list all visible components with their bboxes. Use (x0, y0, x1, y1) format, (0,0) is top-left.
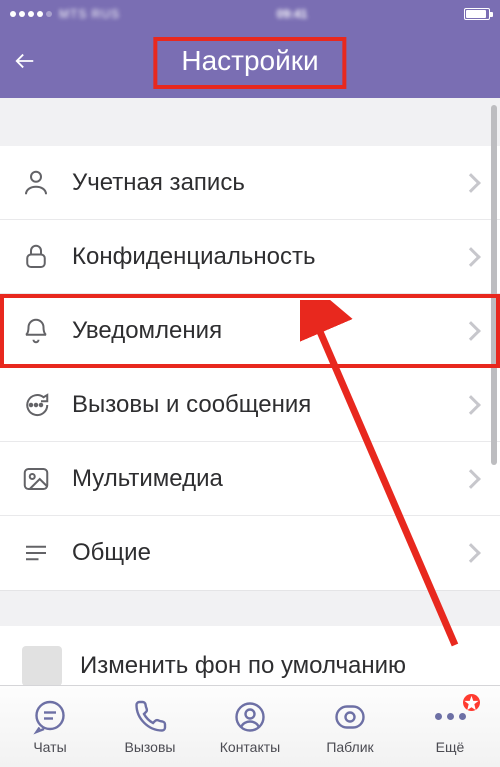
chevron-right-icon (461, 247, 481, 267)
row-label: Уведомления (72, 317, 222, 345)
row-label: Вызовы и сообщения (72, 391, 311, 419)
row-label: Конфиденциальность (72, 243, 315, 271)
row-label: Общие (72, 539, 151, 567)
lock-icon (18, 239, 54, 275)
carrier-label: MTS RUS (59, 7, 120, 21)
nav-header: Настройки (0, 28, 500, 98)
clock: 09:41 (277, 7, 308, 21)
row-media[interactable]: Мультимедиа (0, 442, 500, 516)
row-account[interactable]: Учетная запись (0, 146, 500, 220)
tab-public[interactable]: Паблик (300, 686, 400, 767)
tab-label: Паблик (326, 739, 373, 755)
section-spacer (0, 98, 500, 146)
bell-icon (18, 313, 54, 349)
tab-more[interactable]: Ещё (400, 686, 500, 767)
tab-label: Ещё (436, 739, 465, 755)
list-icon (18, 535, 54, 571)
section-spacer (0, 590, 500, 626)
speech-icon (18, 387, 54, 423)
settings-list: Учетная запись Конфиденциальность Уведом… (0, 146, 500, 590)
tab-bar: Чаты Вызовы Контакты Паблик Ещё (0, 685, 500, 767)
tab-contacts[interactable]: Контакты (200, 686, 300, 767)
tab-label: Чаты (33, 739, 66, 755)
row-calls-messages[interactable]: Вызовы и сообщения (0, 368, 500, 442)
back-button[interactable] (0, 50, 50, 77)
chevron-right-icon (461, 321, 481, 341)
chevron-right-icon (461, 173, 481, 193)
chevron-right-icon (461, 395, 481, 415)
tab-calls[interactable]: Вызовы (100, 686, 200, 767)
row-privacy[interactable]: Конфиденциальность (0, 220, 500, 294)
row-notifications[interactable]: Уведомления (0, 294, 500, 368)
row-general[interactable]: Общие (0, 516, 500, 590)
scrollbar[interactable] (491, 105, 497, 465)
status-bar: MTS RUS 09:41 (0, 0, 500, 28)
tab-label: Контакты (220, 739, 280, 755)
signal-strength: MTS RUS (10, 7, 120, 21)
chevron-right-icon (461, 469, 481, 489)
chevron-right-icon (461, 543, 481, 563)
image-icon (18, 461, 54, 497)
row-label: Учетная запись (72, 169, 245, 197)
tab-label: Вызовы (125, 739, 176, 755)
notification-badge (463, 694, 480, 711)
battery-indicator (464, 8, 490, 20)
page-title: Настройки (181, 45, 318, 76)
title-highlight-box: Настройки (153, 37, 346, 89)
row-label: Мультимедиа (72, 465, 223, 493)
tab-chats[interactable]: Чаты (0, 686, 100, 767)
background-thumbnail (22, 646, 62, 686)
user-icon (18, 165, 54, 201)
row-label: Изменить фон по умолчанию (80, 652, 478, 680)
